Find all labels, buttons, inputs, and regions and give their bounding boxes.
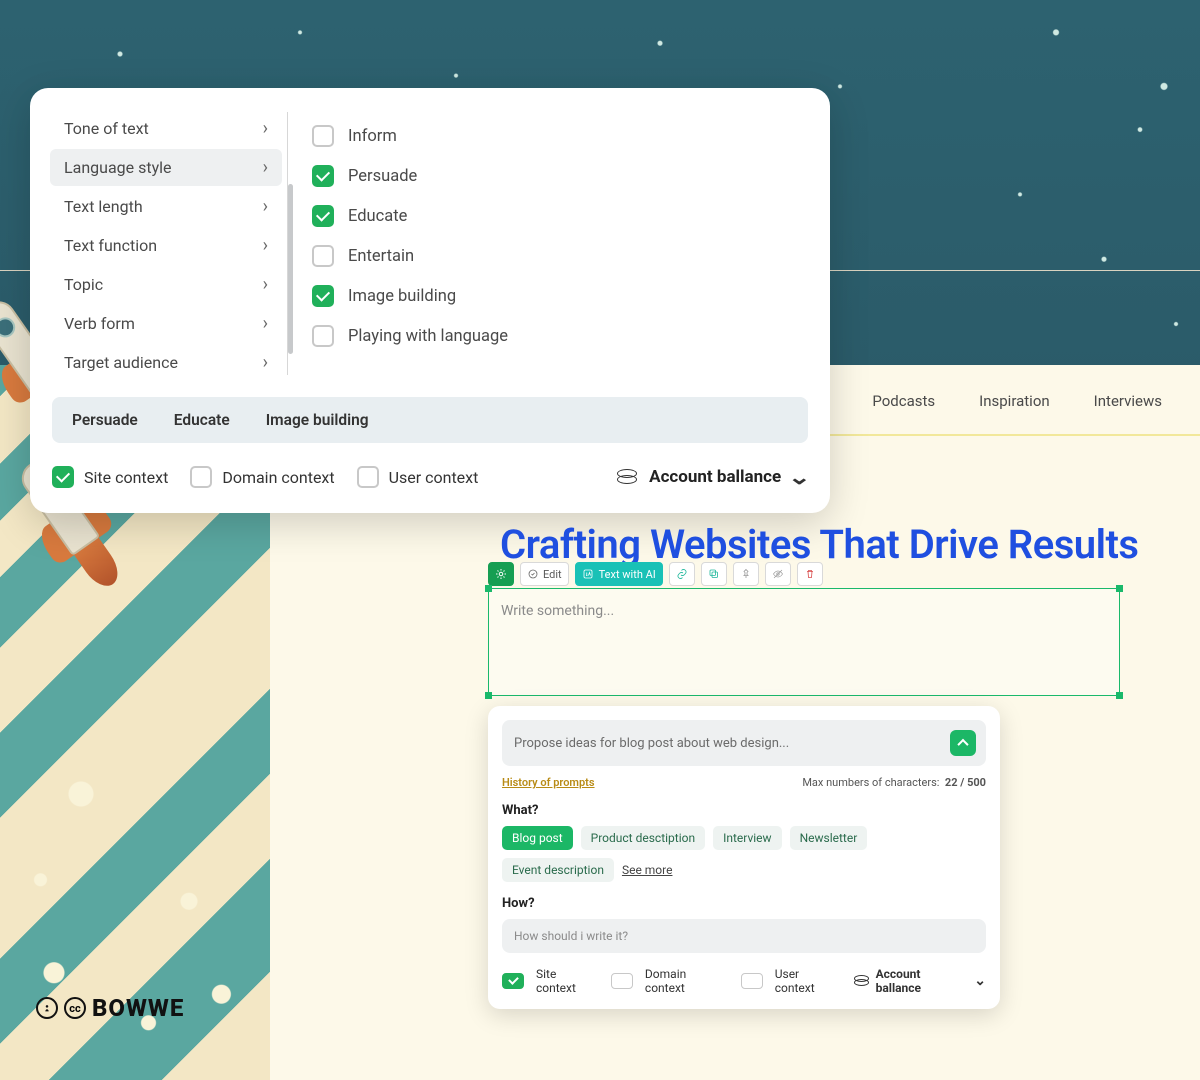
scrollbar[interactable] [288,184,293,354]
ctx-label: Site context [536,967,599,995]
copy-icon [708,568,720,580]
visibility-button[interactable] [765,562,791,586]
cc-icon: cc [64,997,86,1019]
account-balance-small[interactable]: Account ballance ⌄ [854,967,986,995]
sidebar-item-text-function[interactable]: Text function› [50,227,282,264]
checkbox-user-context[interactable] [357,466,379,488]
link-icon [676,568,688,580]
prompt-placeholder: Propose ideas for blog post about web de… [514,736,950,751]
checkbox-domain-context-small[interactable] [611,973,633,989]
coins-icon [617,469,639,485]
history-link[interactable]: History of prompts [502,776,595,789]
chevron-down-icon: ⌄ [974,973,986,989]
settings-button[interactable] [488,562,514,586]
pin-button[interactable] [733,562,759,586]
how-input[interactable]: How should i write it? [502,919,986,953]
edit-button[interactable]: Edit [520,562,569,586]
checkbox-inform[interactable] [312,125,334,147]
checkbox-domain-context[interactable] [190,466,212,488]
sidebar-item-tone[interactable]: Tone of text› [50,110,282,147]
chip[interactable]: Image building [258,407,377,433]
chevron-right-icon: › [263,352,268,373]
text-with-ai-button[interactable]: Text with AI [575,562,663,586]
chip[interactable]: Persuade [64,407,146,433]
brand-logo: BOWWE [92,994,184,1022]
option-label: Image building [348,287,456,306]
trash-icon [804,568,816,580]
option-label: Entertain [348,247,414,266]
option-label: Persuade [348,167,417,186]
top-nav: Podcasts Inspiration Interviews [872,392,1162,410]
checkbox-site-context-small[interactable] [502,973,524,989]
arrow-up-icon [957,739,968,750]
context-label: Domain context [222,468,334,487]
chevron-right-icon: › [263,313,268,334]
send-button[interactable] [950,730,976,756]
checkbox-site-context[interactable] [52,466,74,488]
coins-icon [854,975,870,987]
nav-podcasts[interactable]: Podcasts [872,392,935,410]
tag-blog-post[interactable]: Blog post [502,826,573,850]
ctx-label: User context [775,967,842,995]
tag-product-description[interactable]: Product desctiption [581,826,705,850]
option-label: Inform [348,127,397,146]
sidebar-item-verb-form[interactable]: Verb form› [50,305,282,342]
selected-chips: Persuade Educate Image building [52,397,808,443]
account-balance[interactable]: Account ballance ⌄ [617,465,808,489]
text-settings-popover: Tone of text› Language style› Text lengt… [30,88,830,513]
ai-icon [582,568,594,580]
checkbox-playing-language[interactable] [312,325,334,347]
editor-placeholder: Write something... [501,603,614,619]
how-label: How? [502,896,986,911]
ai-prompt-panel: Propose ideas for blog post about web de… [488,706,1000,1009]
chevron-right-icon: › [263,274,268,295]
edit-icon [527,568,539,580]
copy-button[interactable] [701,562,727,586]
chevron-right-icon: › [263,196,268,217]
chevron-right-icon: › [263,118,268,139]
option-label: Playing with language [348,327,508,346]
chevron-right-icon: › [263,235,268,256]
gear-icon [495,568,507,580]
tag-event-description[interactable]: Event description [502,858,614,882]
tag-interview[interactable]: Interview [713,826,781,850]
chevron-down-icon: ⌄ [788,465,811,489]
tag-newsletter[interactable]: Newsletter [790,826,868,850]
what-label: What? [502,803,986,818]
link-button[interactable] [669,562,695,586]
ctx-label: Domain context [645,967,729,995]
pin-icon [740,568,752,580]
nav-interviews[interactable]: Interviews [1094,392,1162,410]
checkbox-entertain[interactable] [312,245,334,267]
context-label: User context [389,468,479,487]
nav-inspiration[interactable]: Inspiration [979,392,1050,410]
sidebar-item-topic[interactable]: Topic› [50,266,282,303]
checkbox-educate[interactable] [312,205,334,227]
brand-footer: cc BOWWE [36,994,184,1022]
cc-attribution-icon [36,997,58,1019]
checkbox-persuade[interactable] [312,165,334,187]
see-more-link[interactable]: See more [622,863,673,877]
char-count: Max numbers of characters: 22 / 500 [802,776,986,789]
chevron-right-icon: › [263,157,268,178]
checkbox-user-context-small[interactable] [741,973,763,989]
options-list: Inform Persuade Educate Entertain Image … [288,108,810,383]
sidebar-item-text-length[interactable]: Text length› [50,188,282,225]
context-label: Site context [84,468,168,487]
sidebar-item-language-style[interactable]: Language style› [50,149,282,186]
element-toolbar: Edit Text with AI [488,562,823,586]
sidebar-item-target-audience[interactable]: Target audience› [50,344,282,381]
chip[interactable]: Educate [166,407,238,433]
eye-off-icon [772,568,784,580]
settings-sidebar: Tone of text› Language style› Text lengt… [50,108,288,383]
checkbox-image-building[interactable] [312,285,334,307]
delete-button[interactable] [797,562,823,586]
page-title: Crafting Websites That Drive Results [500,521,1139,568]
text-editor[interactable]: Write something... [488,588,1120,696]
prompt-input[interactable]: Propose ideas for blog post about web de… [502,720,986,766]
option-label: Educate [348,207,407,226]
